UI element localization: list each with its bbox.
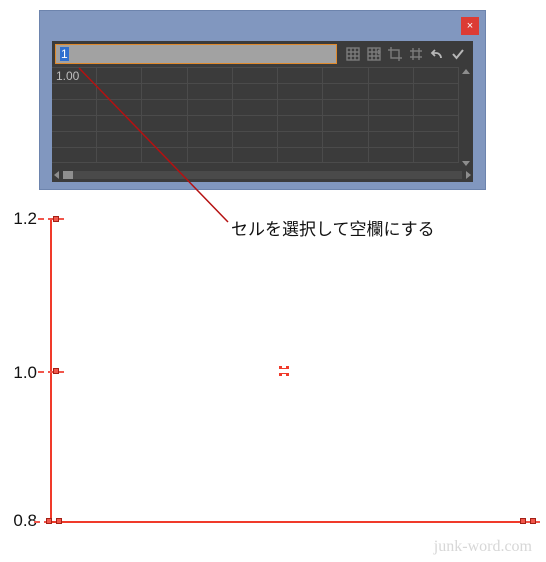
y-tick-label: 1.0 <box>3 363 37 383</box>
watermark: junk-word.com <box>434 538 532 556</box>
crop-icon[interactable] <box>387 46 403 62</box>
vertical-scrollbar[interactable] <box>459 67 473 168</box>
table-cell[interactable] <box>52 100 97 115</box>
axis-handle[interactable] <box>530 518 536 524</box>
table-cell[interactable] <box>369 148 414 162</box>
table-cell[interactable] <box>414 68 459 83</box>
table-cell[interactable] <box>278 100 323 115</box>
panel-toolbar: 1 <box>52 41 473 67</box>
table-cell[interactable] <box>142 68 187 83</box>
data-point-marker[interactable] <box>279 366 289 376</box>
table-cell[interactable]: 1.00 <box>52 68 97 83</box>
confirm-icon[interactable] <box>450 46 466 62</box>
table-cell[interactable] <box>414 132 459 147</box>
table-cell[interactable] <box>233 116 278 131</box>
table-cell[interactable] <box>233 84 278 99</box>
table-row[interactable] <box>52 99 459 115</box>
horizontal-scrollbar[interactable] <box>52 168 473 182</box>
table-cell[interactable] <box>97 84 142 99</box>
table-cell[interactable] <box>323 68 368 83</box>
table-cell[interactable] <box>233 68 278 83</box>
table-cell[interactable] <box>233 148 278 162</box>
undo-icon[interactable] <box>429 46 445 62</box>
table-cell[interactable] <box>278 84 323 99</box>
table-row[interactable] <box>52 115 459 131</box>
table-cell[interactable] <box>52 84 97 99</box>
table-row[interactable]: 1.00 <box>52 67 459 83</box>
table-cell[interactable] <box>323 148 368 162</box>
close-button[interactable]: × <box>461 17 479 35</box>
table-cell[interactable] <box>188 84 233 99</box>
table-cell[interactable] <box>142 100 187 115</box>
table-row[interactable] <box>52 83 459 99</box>
scroll-up-icon[interactable] <box>462 69 470 74</box>
tool-icon-group <box>341 46 470 62</box>
axis-handle[interactable] <box>53 216 59 222</box>
table-cell[interactable] <box>188 132 233 147</box>
scroll-down-icon[interactable] <box>462 161 470 166</box>
editor-panel: × 1 <box>39 10 486 190</box>
table-row[interactable] <box>52 131 459 147</box>
table-cell[interactable] <box>278 116 323 131</box>
snap-grid-icon[interactable] <box>408 46 424 62</box>
scroll-left-icon[interactable] <box>54 171 59 179</box>
table-cell[interactable] <box>188 100 233 115</box>
table-cell[interactable] <box>142 116 187 131</box>
table-cell[interactable] <box>142 132 187 147</box>
table-cell[interactable] <box>323 84 368 99</box>
tick-dash <box>38 371 64 373</box>
table-cell[interactable] <box>414 148 459 162</box>
table-cell[interactable] <box>414 116 459 131</box>
table-cell[interactable] <box>233 132 278 147</box>
table-linked-icon[interactable] <box>366 46 382 62</box>
spreadsheet-area: 1.00 <box>52 67 473 168</box>
table-cell[interactable] <box>369 84 414 99</box>
table-cell[interactable] <box>97 68 142 83</box>
table-cell[interactable] <box>142 84 187 99</box>
cell-value-input[interactable]: 1 <box>55 44 337 64</box>
axis-handle[interactable] <box>53 368 59 374</box>
table-cell[interactable] <box>188 148 233 162</box>
scroll-right-icon[interactable] <box>466 171 471 179</box>
cell-value-selected: 1 <box>60 47 69 61</box>
table-icon[interactable] <box>345 46 361 62</box>
table-row[interactable] <box>52 147 459 163</box>
table-cell[interactable] <box>414 100 459 115</box>
hscroll-track[interactable] <box>63 171 462 179</box>
hscroll-thumb[interactable] <box>63 171 73 179</box>
table-cell[interactable] <box>142 148 187 162</box>
axis-handle[interactable] <box>46 518 52 524</box>
spreadsheet[interactable]: 1.00 <box>52 67 459 168</box>
table-cell[interactable] <box>52 116 97 131</box>
table-cell[interactable] <box>278 148 323 162</box>
axis-handle[interactable] <box>520 518 526 524</box>
table-cell[interactable] <box>414 84 459 99</box>
annotation-label: セルを選択して空欄にする <box>231 215 435 240</box>
y-tick-label: 0.8 <box>3 511 37 531</box>
table-cell[interactable] <box>369 100 414 115</box>
axis-handle[interactable] <box>56 518 62 524</box>
table-cell[interactable] <box>278 68 323 83</box>
table-cell[interactable] <box>188 68 233 83</box>
table-cell[interactable] <box>188 116 233 131</box>
x-axis-line <box>50 521 532 523</box>
table-cell[interactable] <box>97 132 142 147</box>
table-cell[interactable] <box>369 116 414 131</box>
table-cell[interactable] <box>369 132 414 147</box>
table-cell[interactable] <box>323 132 368 147</box>
table-cell[interactable] <box>323 100 368 115</box>
table-cell[interactable] <box>323 116 368 131</box>
tick-dash <box>38 218 64 220</box>
table-cell[interactable] <box>97 100 142 115</box>
table-cell[interactable] <box>233 100 278 115</box>
editor-panel-inner: 1 <box>52 41 473 182</box>
table-cell[interactable] <box>97 116 142 131</box>
table-cell[interactable] <box>52 132 97 147</box>
table-cell[interactable] <box>97 148 142 162</box>
table-cell[interactable] <box>278 132 323 147</box>
table-cell[interactable] <box>369 68 414 83</box>
y-tick-label: 1.2 <box>3 209 37 229</box>
table-cell[interactable] <box>52 148 97 162</box>
